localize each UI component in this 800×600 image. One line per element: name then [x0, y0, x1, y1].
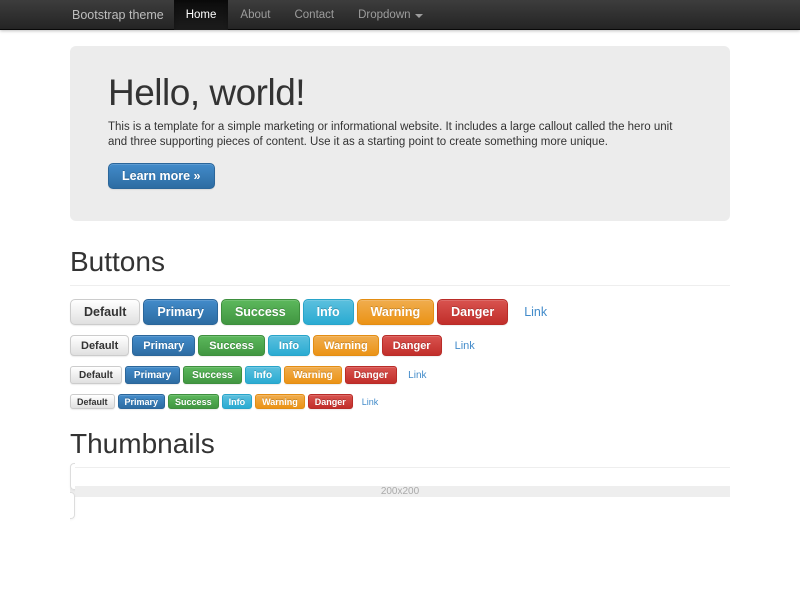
- default-button-md[interactable]: Default: [70, 335, 129, 356]
- primary-button-lg[interactable]: Primary: [143, 299, 218, 325]
- primary-button-md[interactable]: Primary: [132, 335, 195, 356]
- success-button-md[interactable]: Success: [198, 335, 265, 356]
- nav-item-home[interactable]: Home: [174, 0, 229, 30]
- placeholder-image: 200x200: [70, 486, 730, 497]
- default-button-xs[interactable]: Default: [70, 394, 115, 409]
- button-row-xs: DefaultPrimarySuccessInfoWarningDangerLi…: [70, 394, 730, 409]
- link-button-lg[interactable]: Link: [511, 299, 560, 325]
- warning-button-lg[interactable]: Warning: [357, 299, 435, 325]
- nav-item-dropdown-label: Dropdown: [358, 0, 410, 30]
- info-button-sm[interactable]: Info: [245, 366, 281, 384]
- primary-button-sm[interactable]: Primary: [125, 366, 180, 384]
- navbar-menu: Home About Contact Dropdown: [174, 0, 435, 30]
- button-rows: DefaultPrimarySuccessInfoWarningDangerLi…: [70, 299, 730, 409]
- button-row-lg: DefaultPrimarySuccessInfoWarningDangerLi…: [70, 299, 730, 325]
- link-button-xs[interactable]: Link: [356, 394, 385, 409]
- warning-button-md[interactable]: Warning: [313, 335, 379, 356]
- navbar-container: Bootstrap theme Home About Contact Dropd…: [70, 0, 730, 30]
- success-button-xs[interactable]: Success: [168, 394, 219, 409]
- info-button-lg[interactable]: Info: [303, 299, 354, 325]
- default-button-sm[interactable]: Default: [70, 366, 122, 384]
- hero-title: Hello, world!: [108, 73, 692, 113]
- info-button-xs[interactable]: Info: [222, 394, 253, 409]
- warning-button-sm[interactable]: Warning: [284, 366, 342, 384]
- info-button-md[interactable]: Info: [268, 335, 310, 356]
- top-navbar: Bootstrap theme Home About Contact Dropd…: [0, 0, 800, 30]
- danger-button-sm[interactable]: Danger: [345, 366, 397, 384]
- nav-item-about-label: About: [240, 0, 270, 30]
- main-content: Hello, world! This is a template for a s…: [70, 46, 730, 515]
- nav-item-contact[interactable]: Contact: [282, 0, 346, 30]
- nav-item-home-label: Home: [186, 0, 217, 30]
- learn-more-button[interactable]: Learn more »: [108, 163, 215, 189]
- navbar-brand[interactable]: Bootstrap theme: [70, 0, 174, 30]
- link-button-md[interactable]: Link: [445, 335, 485, 356]
- danger-button-lg[interactable]: Danger: [437, 299, 508, 325]
- button-row-md: DefaultPrimarySuccessInfoWarningDangerLi…: [70, 335, 730, 356]
- thumbnail-item[interactable]: 200x200: [70, 463, 730, 519]
- nav-item-contact-label: Contact: [294, 0, 334, 30]
- link-button-sm[interactable]: Link: [400, 366, 434, 384]
- thumbnails-section-title: Thumbnails: [70, 429, 730, 468]
- caret-down-icon: [415, 14, 423, 18]
- nav-item-about[interactable]: About: [228, 0, 282, 30]
- hero-unit: Hello, world! This is a template for a s…: [70, 46, 730, 221]
- success-button-sm[interactable]: Success: [183, 366, 242, 384]
- success-button-lg[interactable]: Success: [221, 299, 300, 325]
- primary-button-xs[interactable]: Primary: [118, 394, 166, 409]
- hero-description: This is a template for a simple marketin…: [108, 120, 683, 150]
- nav-item-dropdown[interactable]: Dropdown: [346, 0, 434, 30]
- warning-button-xs[interactable]: Warning: [255, 394, 305, 409]
- danger-button-xs[interactable]: Danger: [308, 394, 353, 409]
- danger-button-md[interactable]: Danger: [382, 335, 442, 356]
- buttons-section-title: Buttons: [70, 247, 730, 286]
- default-button-lg[interactable]: Default: [70, 299, 140, 325]
- button-row-sm: DefaultPrimarySuccessInfoWarningDangerLi…: [70, 366, 730, 384]
